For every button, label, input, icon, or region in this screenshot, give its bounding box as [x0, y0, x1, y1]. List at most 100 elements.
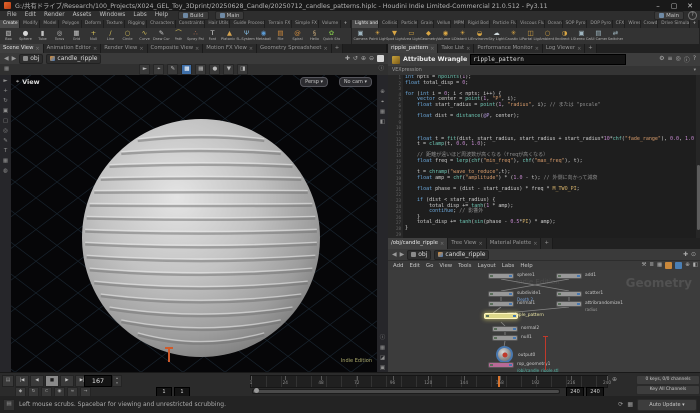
frame-spinner[interactable]: ▴▾: [112, 375, 122, 387]
network-menu-labs[interactable]: Labs: [499, 261, 518, 271]
shelf-tool-line[interactable]: /Line: [102, 29, 119, 42]
shelf-tab-drive-simulation[interactable]: Drive Simulation: [658, 20, 689, 28]
network-menu-add[interactable]: Add: [390, 261, 406, 271]
viewport-tool-icon[interactable]: ◍: [3, 168, 8, 175]
shelf-tool-tube[interactable]: ▮Tube: [34, 29, 51, 42]
tab-close-icon[interactable]: ×: [139, 46, 143, 52]
shelf-tab-simple-fx[interactable]: Simple FX: [292, 20, 319, 28]
node-attribrandomize1[interactable]: attribrandomize1radius: [556, 301, 582, 307]
tab-close-icon[interactable]: ×: [466, 46, 470, 52]
shelf-tab-viscous-fluids[interactable]: Viscous Fluids: [517, 20, 545, 28]
network-menu-help[interactable]: Help: [517, 261, 535, 271]
node-normal1[interactable]: normal1: [488, 301, 514, 307]
shelf-tool-platonic-solids[interactable]: ▲Platonic Solids: [221, 29, 238, 42]
shelf-tab-terrain-fx[interactable]: Terrain FX: [265, 20, 292, 28]
playhead[interactable]: [498, 376, 500, 387]
viewport-tool-icon[interactable]: ►: [3, 78, 7, 85]
info-icon[interactable]: ⓘ: [378, 66, 384, 73]
shelf-tool-volume-light[interactable]: ◉Volume Light: [437, 29, 454, 42]
shelf-tab-create[interactable]: Create: [0, 20, 20, 28]
shelf-tool-metaball[interactable]: ◉Metaball: [255, 29, 272, 42]
range-bar[interactable]: [253, 390, 559, 393]
timeline-menu-icon[interactable]: ▤: [2, 375, 14, 387]
node-name-input[interactable]: [470, 54, 626, 65]
shelf-tool-file[interactable]: ▤File: [272, 29, 289, 42]
pane-tab-material-palette[interactable]: Material Palette×: [487, 238, 542, 249]
shelf-tab-grains[interactable]: Grains: [418, 20, 434, 28]
shelf-tab-hair-utils[interactable]: Hair Utils: [205, 20, 230, 28]
shelf-tool-helix[interactable]: §Helix: [306, 29, 323, 42]
node-normal2[interactable]: normal2: [492, 326, 518, 332]
pane-tab-item[interactable]: +: [541, 238, 552, 249]
shelf-tab-polygon[interactable]: Polygon: [59, 20, 82, 28]
network-menu-tools[interactable]: Tools: [455, 261, 474, 271]
shelf-tool-null[interactable]: +Null: [85, 29, 102, 42]
pane-icon[interactable]: ◧: [693, 262, 698, 269]
chevron-down-icon[interactable]: ▾: [694, 68, 696, 73]
viewport-tool-icon[interactable]: ↻: [3, 98, 8, 105]
display-toolbar-icon[interactable]: ▼: [223, 64, 234, 75]
shelf-tab-volume[interactable]: Volume: [319, 20, 341, 28]
shelf-tool-caustic-light[interactable]: ✳Caustic Light: [505, 29, 522, 42]
shelf-tab-lights-and-ca[interactable]: Lights and Ca: [352, 20, 379, 28]
shelf-tool-l-system[interactable]: ΨL-System: [238, 29, 255, 42]
pane-tab-log-viewer[interactable]: Log Viewer×: [543, 44, 585, 53]
viewport-display-icon[interactable]: ⊕: [380, 89, 385, 96]
scene-selector[interactable]: Main: [215, 11, 245, 20]
viewport-display-icon[interactable]: ◧: [380, 119, 385, 126]
back-icon[interactable]: ◀: [392, 251, 397, 258]
stop-button[interactable]: ■: [45, 375, 59, 387]
node-output0[interactable]: output0: [496, 346, 513, 363]
pane-tab-render-view[interactable]: Render View×: [101, 44, 147, 53]
shelf-tab-wires[interactable]: Wires: [625, 20, 640, 28]
gear-icon[interactable]: ⚙: [659, 55, 664, 64]
shelf-tool-ambient-light[interactable]: ○Ambient Light: [539, 29, 556, 42]
shelf-tab-guide-process[interactable]: Guide Process: [230, 20, 265, 28]
add-icon[interactable]: ✚: [345, 55, 350, 62]
maximize-button[interactable]: ▢: [668, 2, 680, 10]
display-toolbar-icon[interactable]: ●: [209, 64, 220, 75]
viewport-display-icon[interactable]: ◪: [380, 355, 385, 362]
tab-close-icon[interactable]: ×: [249, 46, 253, 52]
shelf-tab-mpm[interactable]: MPM: [451, 20, 465, 28]
viewport-tool-icon[interactable]: ✎: [3, 138, 8, 145]
color-swatch[interactable]: [377, 55, 384, 62]
ripple-sphere-geometry[interactable]: [78, 115, 324, 361]
shelf-tool-distant-light[interactable]: ☀Distant Light: [454, 29, 471, 42]
right-desktop-selector[interactable]: Main: [654, 11, 684, 20]
shelf-tab-oceans[interactable]: Oceans: [545, 20, 563, 28]
shelf-tool-portal-light[interactable]: ◫Portal Light: [522, 29, 539, 42]
scene-viewport[interactable]: ►+↻▣▢◎✎T▦◍ ⊕⌖▦◧ⓘ▦◪▣ ⌖ View Persp ▾ No ca…: [0, 75, 388, 372]
auto-update-button[interactable]: Auto Update ▾: [637, 399, 697, 411]
network-path-node-chip[interactable]: candle_ripple: [434, 250, 489, 260]
viewport-tool-icon[interactable]: ▦: [3, 158, 8, 165]
zoom-out-icon[interactable]: ⊖: [369, 55, 374, 62]
tab-close-icon[interactable]: ×: [324, 46, 328, 52]
display-toolbar-icon[interactable]: ▦: [195, 64, 206, 75]
viewport-tool-icon[interactable]: +: [3, 88, 8, 95]
shelf-tab-modify[interactable]: Modify: [20, 20, 40, 28]
tab-close-icon[interactable]: ×: [195, 46, 199, 52]
path-root-chip[interactable]: obj: [19, 54, 43, 64]
viewport-display-icon[interactable]: ▣: [380, 365, 385, 372]
shelf-tool-path[interactable]: ⌒Path: [170, 29, 187, 42]
jump-start-button[interactable]: |◀: [15, 375, 29, 387]
tab-close-icon[interactable]: ×: [35, 46, 39, 52]
timeline-zoom-icon[interactable]: ⊕: [612, 376, 617, 383]
zoom-in-icon[interactable]: ⊕: [361, 55, 366, 62]
tab-close-icon[interactable]: ×: [577, 46, 581, 52]
desktop-selector[interactable]: Build: [178, 11, 209, 20]
menu-item-assets[interactable]: Assets: [69, 11, 96, 20]
shelf-tool-sphere[interactable]: ●Sphere: [17, 29, 34, 42]
viewport-tool-icon[interactable]: T: [4, 148, 7, 155]
shelf-tool-quick-shapes[interactable]: ✿Quick Shapes: [323, 29, 340, 42]
pane-tab-scene-view[interactable]: Scene View×: [0, 44, 44, 53]
network-menu-view[interactable]: View: [436, 261, 455, 271]
pane-tab-item[interactable]: +: [332, 44, 343, 53]
shelf-tool-spiral[interactable]: @Spiral: [289, 29, 306, 42]
timeline-ruler[interactable]: 124487296120144168192216240: [250, 375, 608, 388]
menu-item-file[interactable]: File: [3, 11, 21, 20]
shelf-tool-circle[interactable]: ○Circle: [119, 29, 136, 42]
viewport-display-icon[interactable]: ▦: [380, 109, 385, 116]
pane-tab-composite-view[interactable]: Composite View×: [148, 44, 204, 53]
